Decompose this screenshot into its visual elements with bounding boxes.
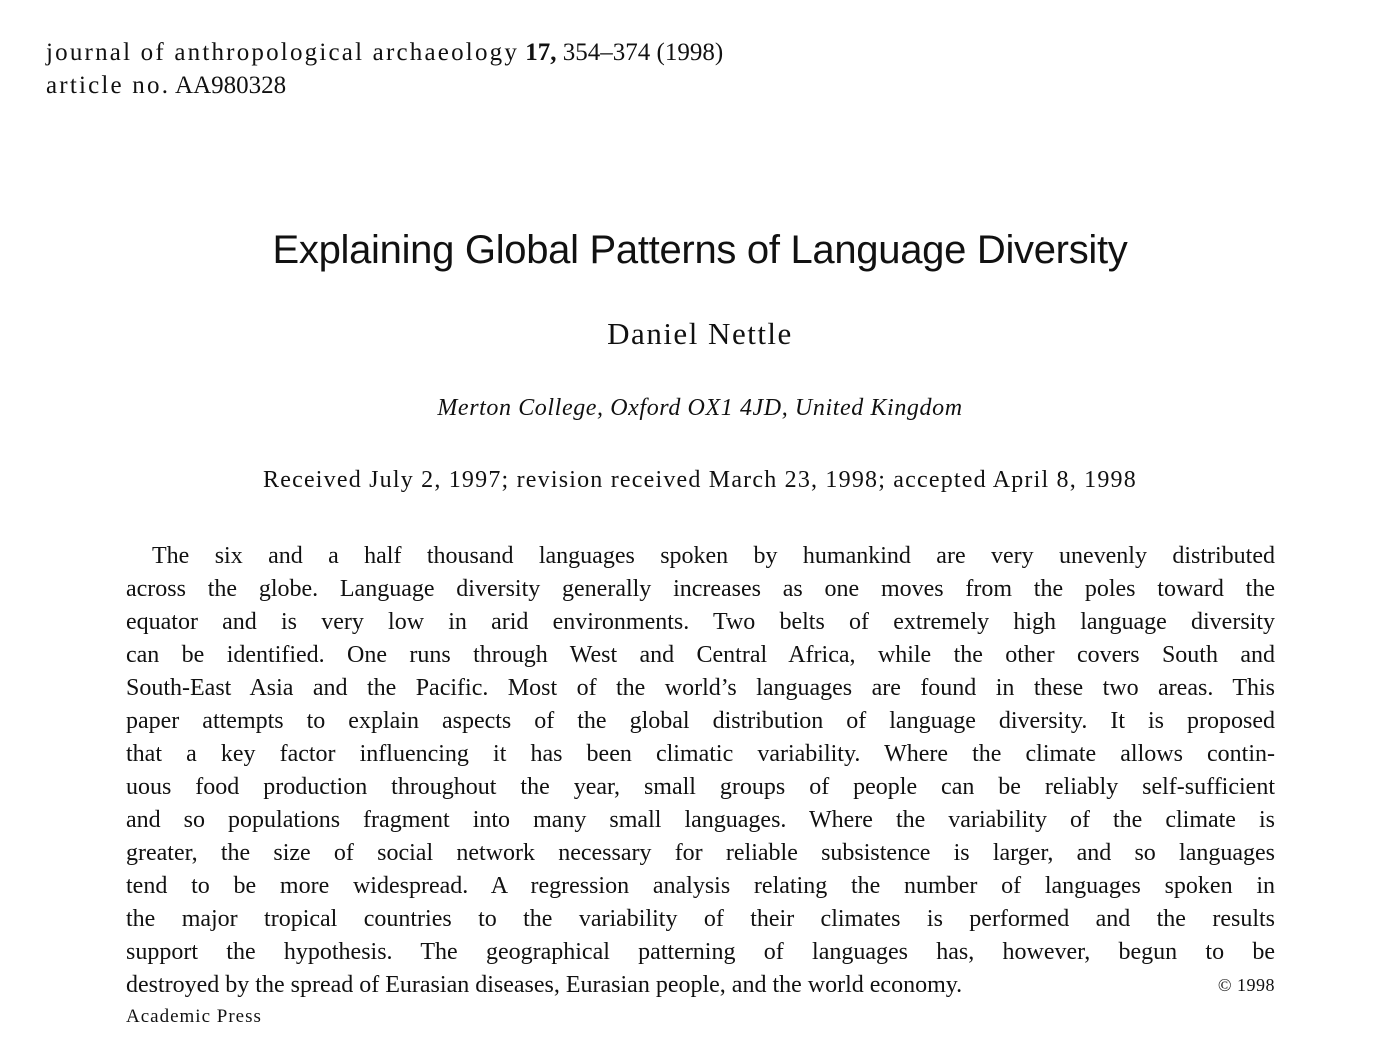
- copyright-notice: © 1998: [1217, 975, 1275, 995]
- journal-citation-line: journal of anthropological archaeology 1…: [46, 36, 723, 69]
- abstract-last-line: © 1998 destroyed by the spread of Eurasi…: [126, 969, 1275, 1002]
- author-name: Daniel Nettle: [607, 316, 793, 351]
- paper-title: Explaining Global Patterns of Language D…: [272, 228, 1128, 272]
- journal-volume: 17,: [525, 39, 557, 66]
- abstract-line: that a key factor influencing it has bee…: [126, 741, 1275, 767]
- abstract-line: equator and is very low in arid environm…: [126, 609, 1275, 635]
- abstract-line: support the hypothesis. The geographical…: [126, 939, 1275, 965]
- abstract-line: across the globe. Language diversity gen…: [126, 576, 1275, 602]
- abstract-line: greater, the size of social network nece…: [126, 840, 1275, 866]
- article-number-line: article no. AA980328: [46, 69, 723, 102]
- abstract-line: The six and a half thousand languages sp…: [152, 543, 1275, 569]
- article-number-label: article no.: [46, 72, 171, 99]
- abstract: The six and a half thousand languages sp…: [126, 540, 1275, 1032]
- article-number: AA980328: [175, 72, 287, 99]
- author-affiliation: Merton College, Oxford OX1 4JD, United K…: [437, 395, 963, 421]
- abstract-line: and so populations fragment into many sm…: [126, 807, 1275, 833]
- journal-header: journal of anthropological archaeology 1…: [46, 36, 723, 102]
- submission-dates: Received July 2, 1997; revision received…: [263, 467, 1137, 493]
- abstract-line: can be identified. One runs through West…: [126, 642, 1275, 668]
- abstract-line: paper attempts to explain aspects of the…: [126, 708, 1275, 734]
- abstract-line: the major tropical countries to the vari…: [126, 906, 1275, 932]
- abstract-line: uous food production throughout the year…: [126, 774, 1275, 800]
- publisher-name: Academic Press: [126, 1006, 262, 1027]
- abstract-line: South-East Asia and the Pacific. Most of…: [126, 675, 1275, 701]
- journal-pages-year: 354–374 (1998): [562, 39, 724, 66]
- abstract-line: destroyed by the spread of Eurasian dise…: [126, 972, 963, 998]
- abstract-line: tend to be more widespread. A regression…: [126, 873, 1275, 899]
- journal-name: journal of anthropological archaeology: [46, 39, 520, 66]
